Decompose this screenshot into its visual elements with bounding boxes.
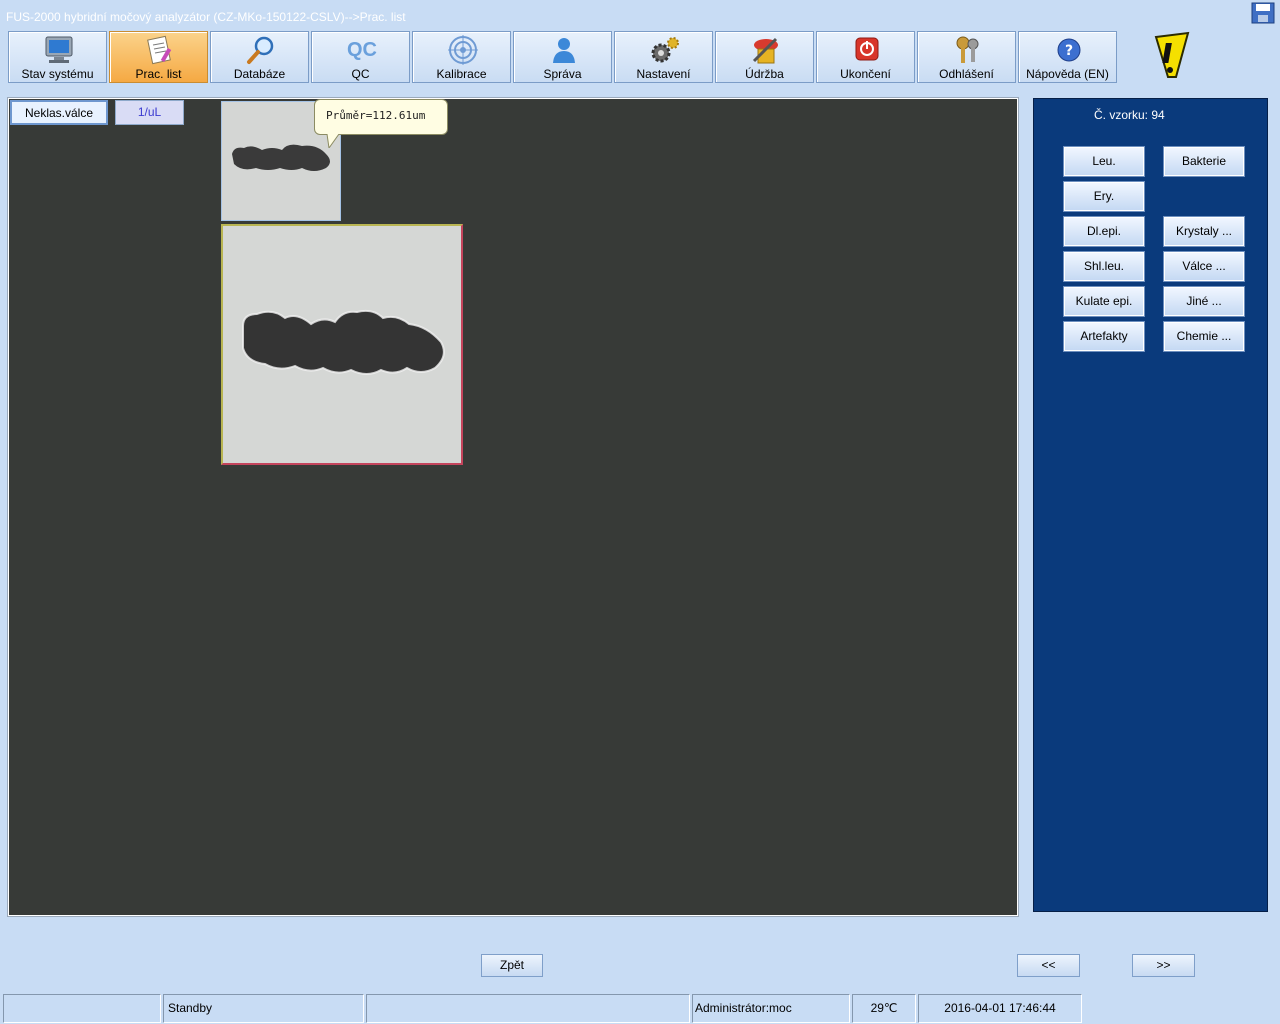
tooltip-tail xyxy=(326,134,340,148)
class-button-valce[interactable]: Válce ... xyxy=(1163,251,1245,282)
magnifier-icon xyxy=(247,36,274,64)
help-icon: ? xyxy=(1057,38,1081,62)
maintenance-icon xyxy=(752,37,778,64)
class-button-dlepi[interactable]: Dl.epi. xyxy=(1063,216,1145,247)
main-toolbar: Stav systému Prac. list Databáze QC QC K… xyxy=(8,31,1118,83)
toolbar-button-nastaveni[interactable]: Nastavení xyxy=(614,31,713,83)
toolbar-label: Správa xyxy=(543,67,582,81)
previous-page-button[interactable]: << xyxy=(1017,954,1080,977)
class-button-artefakty[interactable]: Artefakty xyxy=(1063,321,1145,352)
user-icon xyxy=(553,38,575,63)
unit-button[interactable]: 1/uL xyxy=(115,100,184,125)
toolbar-label: Stav systému xyxy=(21,67,94,81)
particle-image-large xyxy=(223,226,461,463)
class-button-krystaly[interactable]: Krystaly ... xyxy=(1163,216,1245,247)
toolbar-button-odhlaseni[interactable]: Odhlášení xyxy=(917,31,1016,83)
toolbar-label: Odhlášení xyxy=(939,67,994,81)
class-button-leu[interactable]: Leu. xyxy=(1063,146,1145,177)
class-button-shlleu[interactable]: Shl.leu. xyxy=(1063,251,1145,282)
power-icon xyxy=(855,37,879,61)
class-button-jine[interactable]: Jiné ... xyxy=(1163,286,1245,317)
worklist-icon xyxy=(147,35,172,65)
classification-panel: Č. vzorku: 94 Leu. Bakterie Ery. Dl.epi.… xyxy=(1033,98,1268,912)
status-state: Standby xyxy=(163,994,364,1023)
status-cell-empty-2 xyxy=(366,994,690,1023)
toolbar-button-ukonceni[interactable]: Ukončení xyxy=(816,31,915,83)
toolbar-label: Údržba xyxy=(745,67,784,81)
class-button-kulate-epi[interactable]: Kulate epi. xyxy=(1063,286,1145,317)
qc-icon: QC xyxy=(347,39,377,61)
toolbar-button-databaze[interactable]: Databáze xyxy=(210,31,309,83)
warning-icon[interactable] xyxy=(1150,31,1192,83)
keys-icon xyxy=(956,36,979,63)
toolbar-button-kalibrace[interactable]: Kalibrace xyxy=(412,31,511,83)
toolbar-label: Databáze xyxy=(233,67,286,81)
title-bar: FUS-2000 hybridní močový analyzátor (CZ-… xyxy=(0,0,1280,30)
status-datetime: 2016-04-01 17:46:44 xyxy=(918,994,1082,1023)
save-icon[interactable] xyxy=(1251,2,1275,24)
category-button[interactable]: Neklas.válce xyxy=(10,100,108,125)
svg-text:?: ? xyxy=(1065,43,1073,59)
toolbar-button-sprava[interactable]: Správa xyxy=(513,31,612,83)
toolbar-button-qc[interactable]: QC QC xyxy=(311,31,410,83)
toolbar-label: Nastavení xyxy=(636,67,691,81)
toolbar-label: Kalibrace xyxy=(436,67,487,81)
gears-icon xyxy=(651,37,679,63)
status-cell-empty xyxy=(3,994,161,1023)
monitor-icon xyxy=(45,36,73,63)
particle-enlarged-image xyxy=(221,224,463,465)
target-icon xyxy=(448,35,478,65)
toolbar-label: Nápověda (EN) xyxy=(1026,67,1109,81)
toolbar-label: QC xyxy=(351,67,370,81)
class-button-ery[interactable]: Ery. xyxy=(1063,181,1145,212)
toolbar-button-stav-systemu[interactable]: Stav systému xyxy=(8,31,107,83)
toolbar-label: Prac. list xyxy=(135,67,182,81)
class-button-chemie[interactable]: Chemie ... xyxy=(1163,321,1245,352)
back-button[interactable]: Zpět xyxy=(481,954,543,977)
status-bar: Standby Administrátor:moc 29℃ 2016-04-01… xyxy=(0,992,1280,1024)
toolbar-label: Ukončení xyxy=(840,67,891,81)
next-page-button[interactable]: >> xyxy=(1132,954,1195,977)
window-title: FUS-2000 hybridní močový analyzátor (CZ-… xyxy=(6,10,406,24)
toolbar-button-udrzba[interactable]: Údržba xyxy=(715,31,814,83)
status-user: Administrátor:moc xyxy=(692,994,850,1023)
image-viewer: Neklas.válce 1/uL Průměr=112.61um xyxy=(7,97,1019,917)
sample-number: Č. vzorku: 94 xyxy=(1094,108,1165,122)
toolbar-button-napoveda[interactable]: ? Nápověda (EN) xyxy=(1018,31,1117,83)
diameter-tooltip: Průměr=112.61um xyxy=(314,99,448,135)
class-button-bakterie[interactable]: Bakterie xyxy=(1163,146,1245,177)
status-temperature: 29℃ xyxy=(852,994,916,1023)
toolbar-button-prac-list[interactable]: Prac. list xyxy=(109,31,208,83)
